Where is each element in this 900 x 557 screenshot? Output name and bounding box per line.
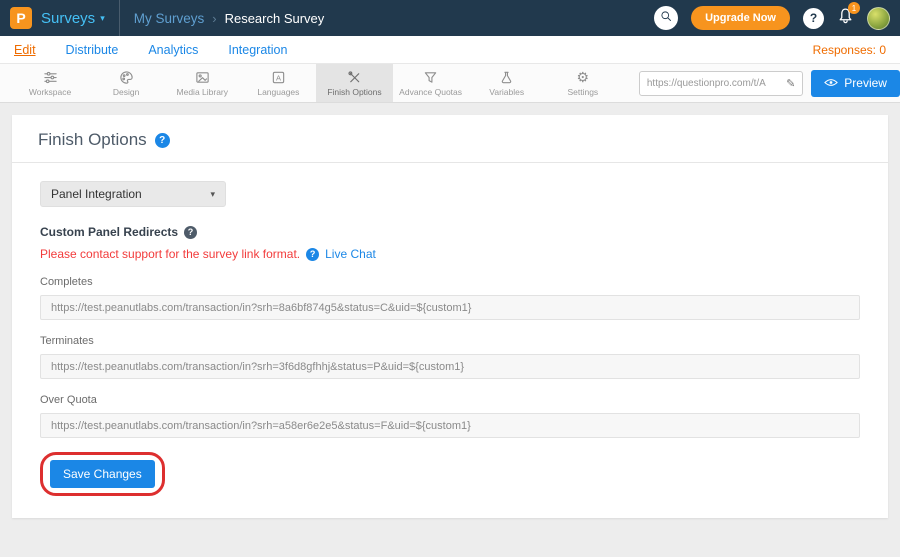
save-changes-button[interactable]: Save Changes — [50, 460, 155, 488]
breadcrumb-current-survey: Research Survey — [225, 11, 325, 26]
toolbar-item-label: Workspace — [29, 87, 71, 97]
eye-icon — [824, 76, 838, 90]
toolbar-item-advance-quotas[interactable]: Advance Quotas — [393, 64, 469, 102]
tab-edit[interactable]: Edit — [14, 43, 36, 57]
completes-field-group: Completes — [40, 276, 860, 320]
languages-icon: A — [271, 69, 286, 85]
toolbar-item-label: Finish Options — [327, 87, 381, 97]
media-library-icon — [195, 69, 210, 85]
title-help-icon[interactable]: ? — [155, 133, 170, 148]
chevron-down-icon: ▾ — [210, 189, 215, 200]
avatar[interactable] — [867, 7, 890, 30]
annotation-highlight: Save Changes — [40, 452, 165, 496]
completes-url-input[interactable] — [40, 295, 860, 320]
search-button[interactable] — [654, 6, 678, 30]
variables-icon — [499, 69, 514, 85]
page-content: Finish Options ? Panel Integration ▾ Cus… — [0, 103, 900, 557]
notifications-button[interactable]: 1 — [837, 7, 854, 29]
product-name: Surveys — [41, 10, 95, 27]
tab-analytics[interactable]: Analytics — [148, 43, 198, 57]
terminates-label: Terminates — [40, 335, 860, 347]
toolbar-item-label: Design — [113, 87, 139, 97]
design-icon — [119, 69, 134, 85]
over-quota-url-input[interactable] — [40, 413, 860, 438]
chevron-down-icon: ▾ — [100, 13, 105, 24]
toolbar-item-variables[interactable]: Variables — [469, 64, 545, 102]
finish-options-icon — [347, 69, 362, 85]
section-label: Custom Panel Redirects — [40, 225, 178, 239]
topbar-divider — [119, 0, 120, 36]
support-note: Please contact support for the survey li… — [40, 247, 300, 261]
toolbar-item-label: Variables — [489, 87, 524, 97]
card-body: Panel Integration ▾ Custom Panel Redirec… — [12, 163, 888, 518]
help-button[interactable]: ? — [803, 8, 824, 29]
survey-url-box: ✎ — [639, 71, 803, 96]
product-switcher[interactable]: Surveys ▾ — [41, 10, 105, 27]
panel-integration-select[interactable]: Panel Integration ▾ — [40, 181, 226, 207]
survey-url-input[interactable] — [647, 78, 781, 89]
advance-quotas-icon — [423, 69, 438, 85]
completes-label: Completes — [40, 276, 860, 288]
custom-panel-redirects-row: Custom Panel Redirects ? — [40, 225, 860, 239]
preview-button[interactable]: Preview — [811, 70, 900, 97]
topbar: P Surveys ▾ My Surveys › Research Survey… — [0, 0, 900, 36]
toolbar-item-languages[interactable]: A Languages — [240, 64, 316, 102]
workspace-icon — [43, 69, 58, 85]
section-help-icon[interactable]: ? — [184, 226, 197, 239]
support-note-row: Please contact support for the survey li… — [40, 247, 860, 261]
over-quota-field-group: Over Quota — [40, 394, 860, 438]
toolbar-item-label: Languages — [257, 87, 299, 97]
live-chat-link[interactable]: Live Chat — [325, 247, 376, 261]
page-title: Finish Options — [38, 130, 147, 150]
upgrade-now-button[interactable]: Upgrade Now — [691, 6, 790, 30]
toolbar-item-label: Media Library — [177, 87, 229, 97]
toolbar-item-design[interactable]: Design — [88, 64, 164, 102]
survey-toolbar: Workspace Design Media Library A — [0, 63, 900, 103]
toolbar-item-media-library[interactable]: Media Library — [164, 64, 240, 102]
toolbar-item-finish-options[interactable]: Finish Options — [316, 64, 392, 102]
tab-distribute[interactable]: Distribute — [66, 43, 119, 57]
notification-badge: 1 — [848, 2, 860, 14]
edit-url-pencil-icon[interactable]: ✎ — [786, 77, 795, 90]
toolbar-item-workspace[interactable]: Workspace — [12, 64, 88, 102]
topbar-actions: Upgrade Now ? 1 — [654, 6, 890, 30]
breadcrumb-my-surveys[interactable]: My Surveys — [134, 11, 205, 26]
toolbar-item-label: Settings — [567, 87, 598, 97]
main-nav: Edit Distribute Analytics Integration Re… — [0, 36, 900, 63]
breadcrumb-separator-icon: › — [212, 11, 216, 26]
over-quota-label: Over Quota — [40, 394, 860, 406]
panel-select-value: Panel Integration — [51, 187, 142, 201]
svg-text:A: A — [276, 73, 281, 82]
live-chat-help-icon[interactable]: ? — [306, 248, 319, 261]
terminates-field-group: Terminates — [40, 335, 860, 379]
toolbar-item-label: Advance Quotas — [399, 87, 462, 97]
preview-button-label: Preview — [844, 76, 887, 90]
search-icon — [660, 9, 672, 27]
terminates-url-input[interactable] — [40, 354, 860, 379]
card-header: Finish Options ? — [12, 115, 888, 163]
settings-gear-icon: ⚙ — [577, 69, 590, 85]
finish-options-card: Finish Options ? Panel Integration ▾ Cus… — [12, 115, 888, 518]
responses-count: Responses: 0 — [813, 43, 886, 57]
questionpro-logo[interactable]: P — [10, 7, 32, 29]
tab-integration[interactable]: Integration — [228, 43, 287, 57]
toolbar-item-settings[interactable]: ⚙ Settings — [545, 64, 621, 102]
